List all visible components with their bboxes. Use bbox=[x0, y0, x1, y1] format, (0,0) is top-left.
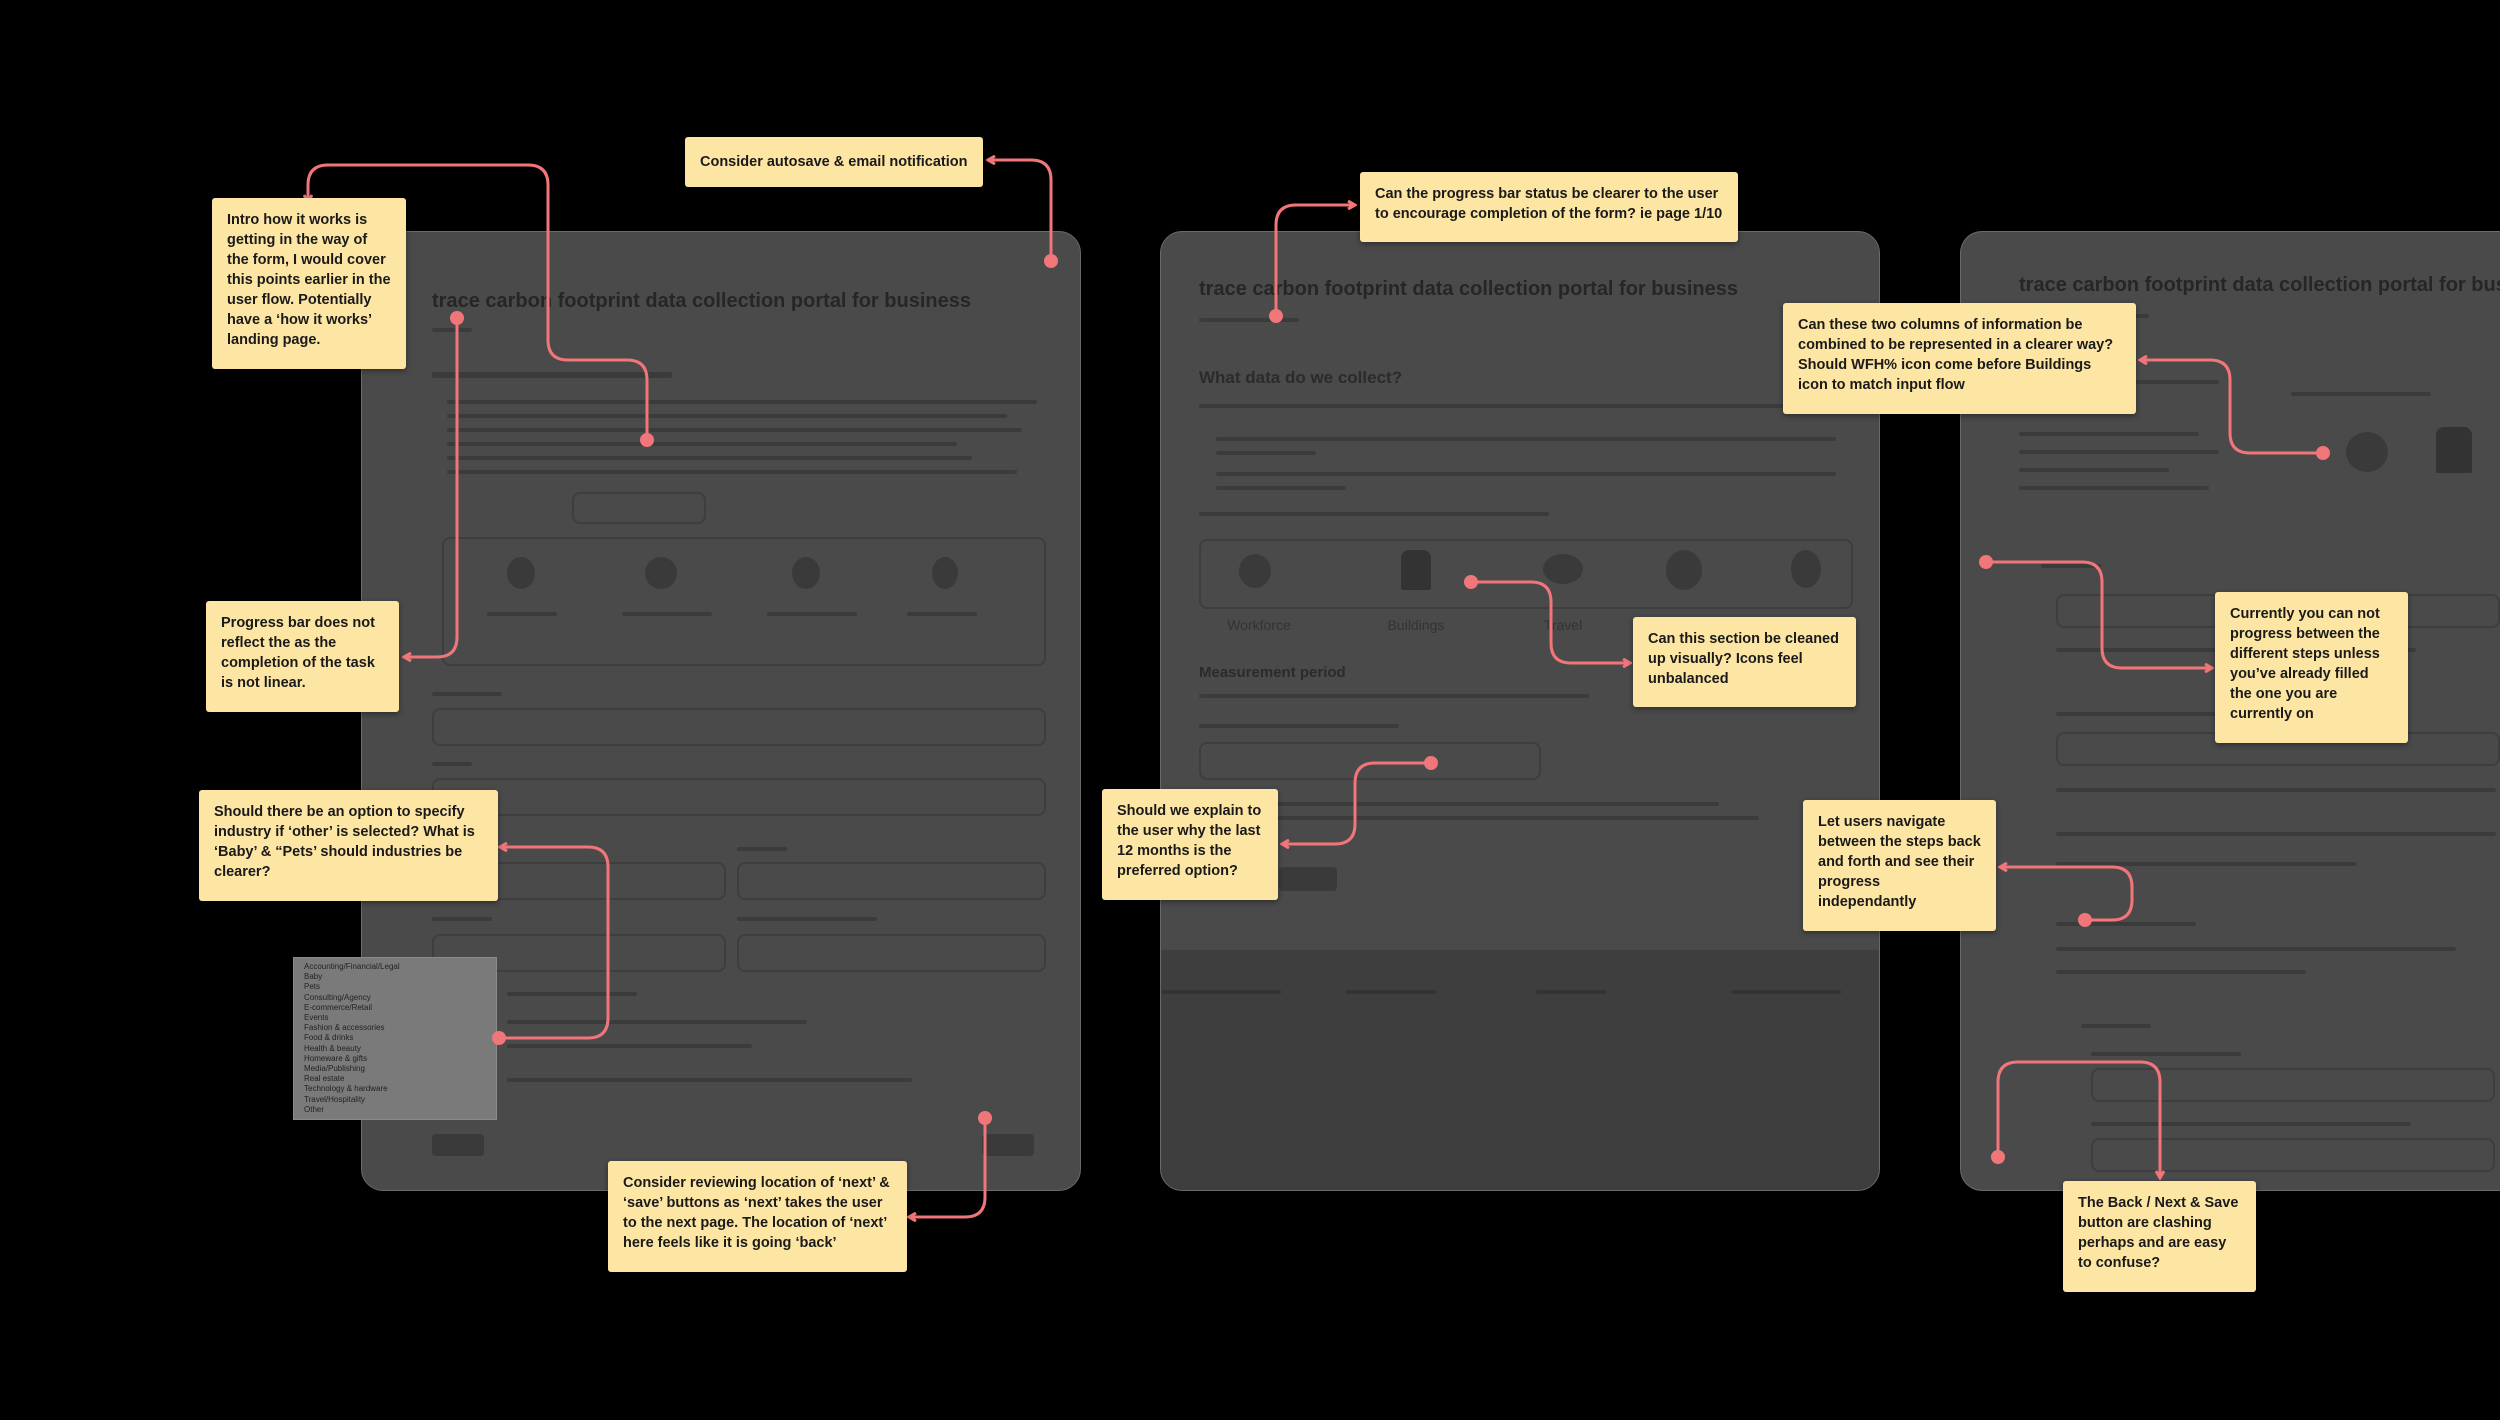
arrow-back-next-save bbox=[1996, 1060, 2160, 1178]
note-intro: Intro how it works is getting in the way… bbox=[212, 198, 406, 369]
arrow-next-save bbox=[909, 1118, 987, 1217]
note-progress-linear: Progress bar does not reflect the as the… bbox=[206, 601, 399, 712]
arrow-twelve-months bbox=[1282, 761, 1431, 844]
note-back-next-save: The Back / Next & Save button are clashi… bbox=[2063, 1181, 2256, 1292]
note-progress-clearer: Can the progress bar status be clearer t… bbox=[1360, 172, 1738, 242]
note-autosave: Consider autosave & email notification bbox=[685, 137, 983, 187]
arrow-columns bbox=[2140, 360, 2323, 455]
arrow-navigate bbox=[2000, 867, 2134, 922]
arrow-progress-linear bbox=[404, 318, 459, 657]
arrow-progress-clearer bbox=[1274, 205, 1355, 316]
note-columns: Can these two columns of information be … bbox=[1783, 303, 2136, 414]
note-twelve-months: Should we explain to the user why the la… bbox=[1102, 789, 1278, 900]
note-industry: Should there be an option to specify ind… bbox=[199, 790, 498, 901]
note-next-save: Consider reviewing location of ‘next’ & … bbox=[608, 1161, 907, 1272]
arrow-industry bbox=[499, 847, 610, 1040]
arrow-autosave bbox=[988, 160, 1053, 261]
note-navigate: Let users navigate between the steps bac… bbox=[1803, 800, 1996, 931]
note-icons: Can this section be cleaned up visually?… bbox=[1633, 617, 1856, 707]
note-cannot-progress: Currently you can not progress between t… bbox=[2215, 592, 2408, 743]
arrow-icons bbox=[1471, 580, 1630, 663]
arrow-cannot-progress bbox=[1986, 560, 2212, 668]
